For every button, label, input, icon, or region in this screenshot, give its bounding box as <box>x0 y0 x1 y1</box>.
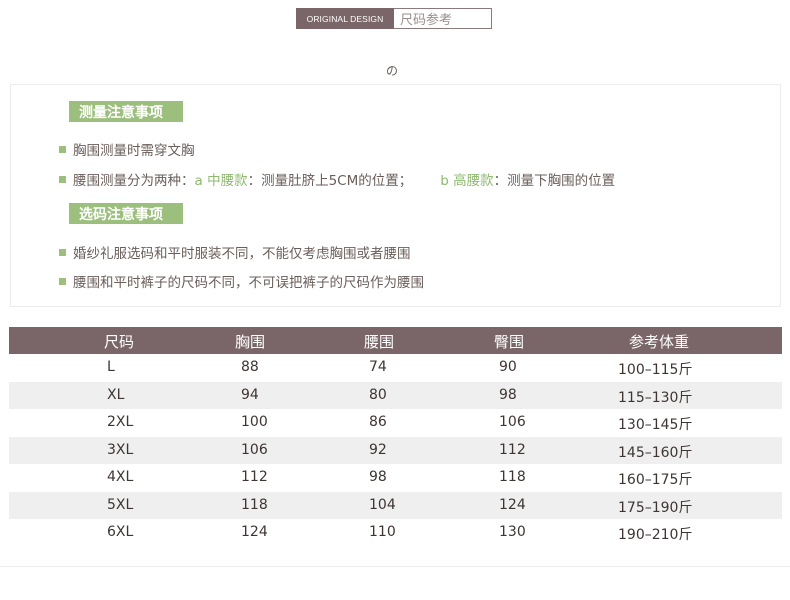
cell-waist: 98 <box>369 469 387 485</box>
cell-bust: 88 <box>241 359 259 375</box>
measure-notes-title: 测量注意事项 <box>69 101 183 122</box>
cell-bust: 106 <box>241 441 268 458</box>
cell-bust: 118 <box>241 496 268 513</box>
table-row: XL 94 80 98 115–130斤 <box>9 381 782 409</box>
cell-weight: 190–210斤 <box>618 527 693 543</box>
col-bust: 胸围 <box>234 333 266 351</box>
cell-hip: 112 <box>499 441 526 458</box>
section-header: ORIGINAL DESIGN 尺码参考 <box>296 8 492 29</box>
cell-waist: 74 <box>369 359 387 375</box>
square-bullet-icon <box>59 277 66 285</box>
mid-waist-text: ：测量肚脐上5CM的位置； <box>247 173 413 189</box>
cell-size: 4XL <box>107 469 134 485</box>
header-title: 尺码参考 <box>394 8 492 29</box>
cell-hip: 90 <box>499 359 517 375</box>
select-note-2: 腰围和平时裤子的尺码不同，不可误把裤子的尺码作为腰围 <box>59 271 424 291</box>
col-hip: 臀围 <box>493 333 525 351</box>
cell-hip: 118 <box>499 469 526 485</box>
select-note-2-text: 腰围和平时裤子的尺码不同，不可误把裤子的尺码作为腰围 <box>73 275 424 291</box>
cell-waist: 86 <box>369 414 387 430</box>
header-badge: ORIGINAL DESIGN <box>296 8 394 29</box>
mid-waist-label: a 中腰款 <box>194 173 248 189</box>
select-note-1: 婚纱礼服选码和平时服装不同，不能仅考虑胸围或者腰围 <box>59 242 411 262</box>
square-bullet-icon <box>59 175 66 183</box>
table-row: 4XL 112 98 118 160–175斤 <box>9 464 782 492</box>
cell-hip: 106 <box>499 414 526 430</box>
cell-weight: 115–130斤 <box>618 389 693 406</box>
cell-size: L <box>107 359 115 375</box>
cell-weight: 130–145斤 <box>618 417 693 433</box>
table-row: 6XL 124 110 130 190–210斤 <box>9 519 782 547</box>
cell-size: 2XL <box>107 414 134 430</box>
cell-waist: 80 <box>369 386 387 403</box>
col-weight: 参考体重 <box>628 333 690 351</box>
cell-weight: 100–115斤 <box>618 362 693 378</box>
cell-bust: 124 <box>241 524 268 540</box>
measure-note-1-text: 胸围测量时需穿文胸 <box>73 143 195 159</box>
measure-note-1: 胸围测量时需穿文胸 <box>59 139 195 159</box>
cell-hip: 124 <box>499 496 526 513</box>
cell-weight: 175–190斤 <box>618 499 693 516</box>
measure-note-2: 腰围测量分为两种： a 中腰款 ：测量肚脐上5CM的位置； b 高腰款 ：测量下… <box>59 169 615 189</box>
table-body: L 88 74 90 100–115斤 XL 94 80 98 115–130斤 2XL 100 86 1… <box>9 354 782 547</box>
table-row: 3XL 106 92 112 145–160斤 <box>9 436 782 464</box>
cell-hip: 130 <box>499 524 526 540</box>
cell-bust: 112 <box>241 469 268 485</box>
cell-waist: 104 <box>369 496 396 513</box>
col-size: 尺码 <box>103 333 135 351</box>
high-waist-label: b 高腰款 <box>440 173 494 189</box>
cell-waist: 110 <box>369 524 396 540</box>
table-row: L 88 74 90 100–115斤 <box>9 354 782 382</box>
cell-weight: 160–175斤 <box>618 472 693 488</box>
col-waist: 腰围 <box>363 333 395 351</box>
cell-size: 3XL <box>107 441 134 458</box>
measure-note-2-prefix: 腰围测量分为两种： <box>73 173 195 189</box>
cell-size: XL <box>107 386 125 403</box>
select-note-1-text: 婚纱礼服选码和平时服装不同，不能仅考虑胸围或者腰围 <box>73 246 411 262</box>
divider <box>0 566 790 567</box>
high-waist-text: ：测量下胸围的位置 <box>493 173 616 189</box>
cell-size: 6XL <box>107 524 134 540</box>
cell-bust: 94 <box>241 386 259 403</box>
table-row: 2XL 100 86 106 130–145斤 <box>9 409 782 437</box>
cell-bust: 100 <box>241 414 268 430</box>
cell-size: 5XL <box>107 496 134 513</box>
table-row: 5XL 118 104 124 175–190斤 <box>9 491 782 519</box>
size-table: 尺码 胸围 腰围 臀围 参考体重 L 88 74 90 100–115斤 XL 94 80 98… <box>9 327 782 547</box>
cell-weight: 145–160斤 <box>618 444 693 461</box>
select-notes-title: 选码注意事项 <box>69 203 183 224</box>
cell-waist: 92 <box>369 441 387 458</box>
square-bullet-icon <box>59 145 66 153</box>
notes-panel: 测量注意事项 胸围测量时需穿文胸 腰围测量分为两种： a 中腰款 ：测量肚脐上5… <box>10 84 781 307</box>
square-bullet-icon <box>59 248 66 256</box>
cell-hip: 98 <box>499 386 517 403</box>
decorative-mark: の <box>386 64 399 78</box>
table-header: 尺码 胸围 腰围 臀围 参考体重 <box>9 327 782 354</box>
